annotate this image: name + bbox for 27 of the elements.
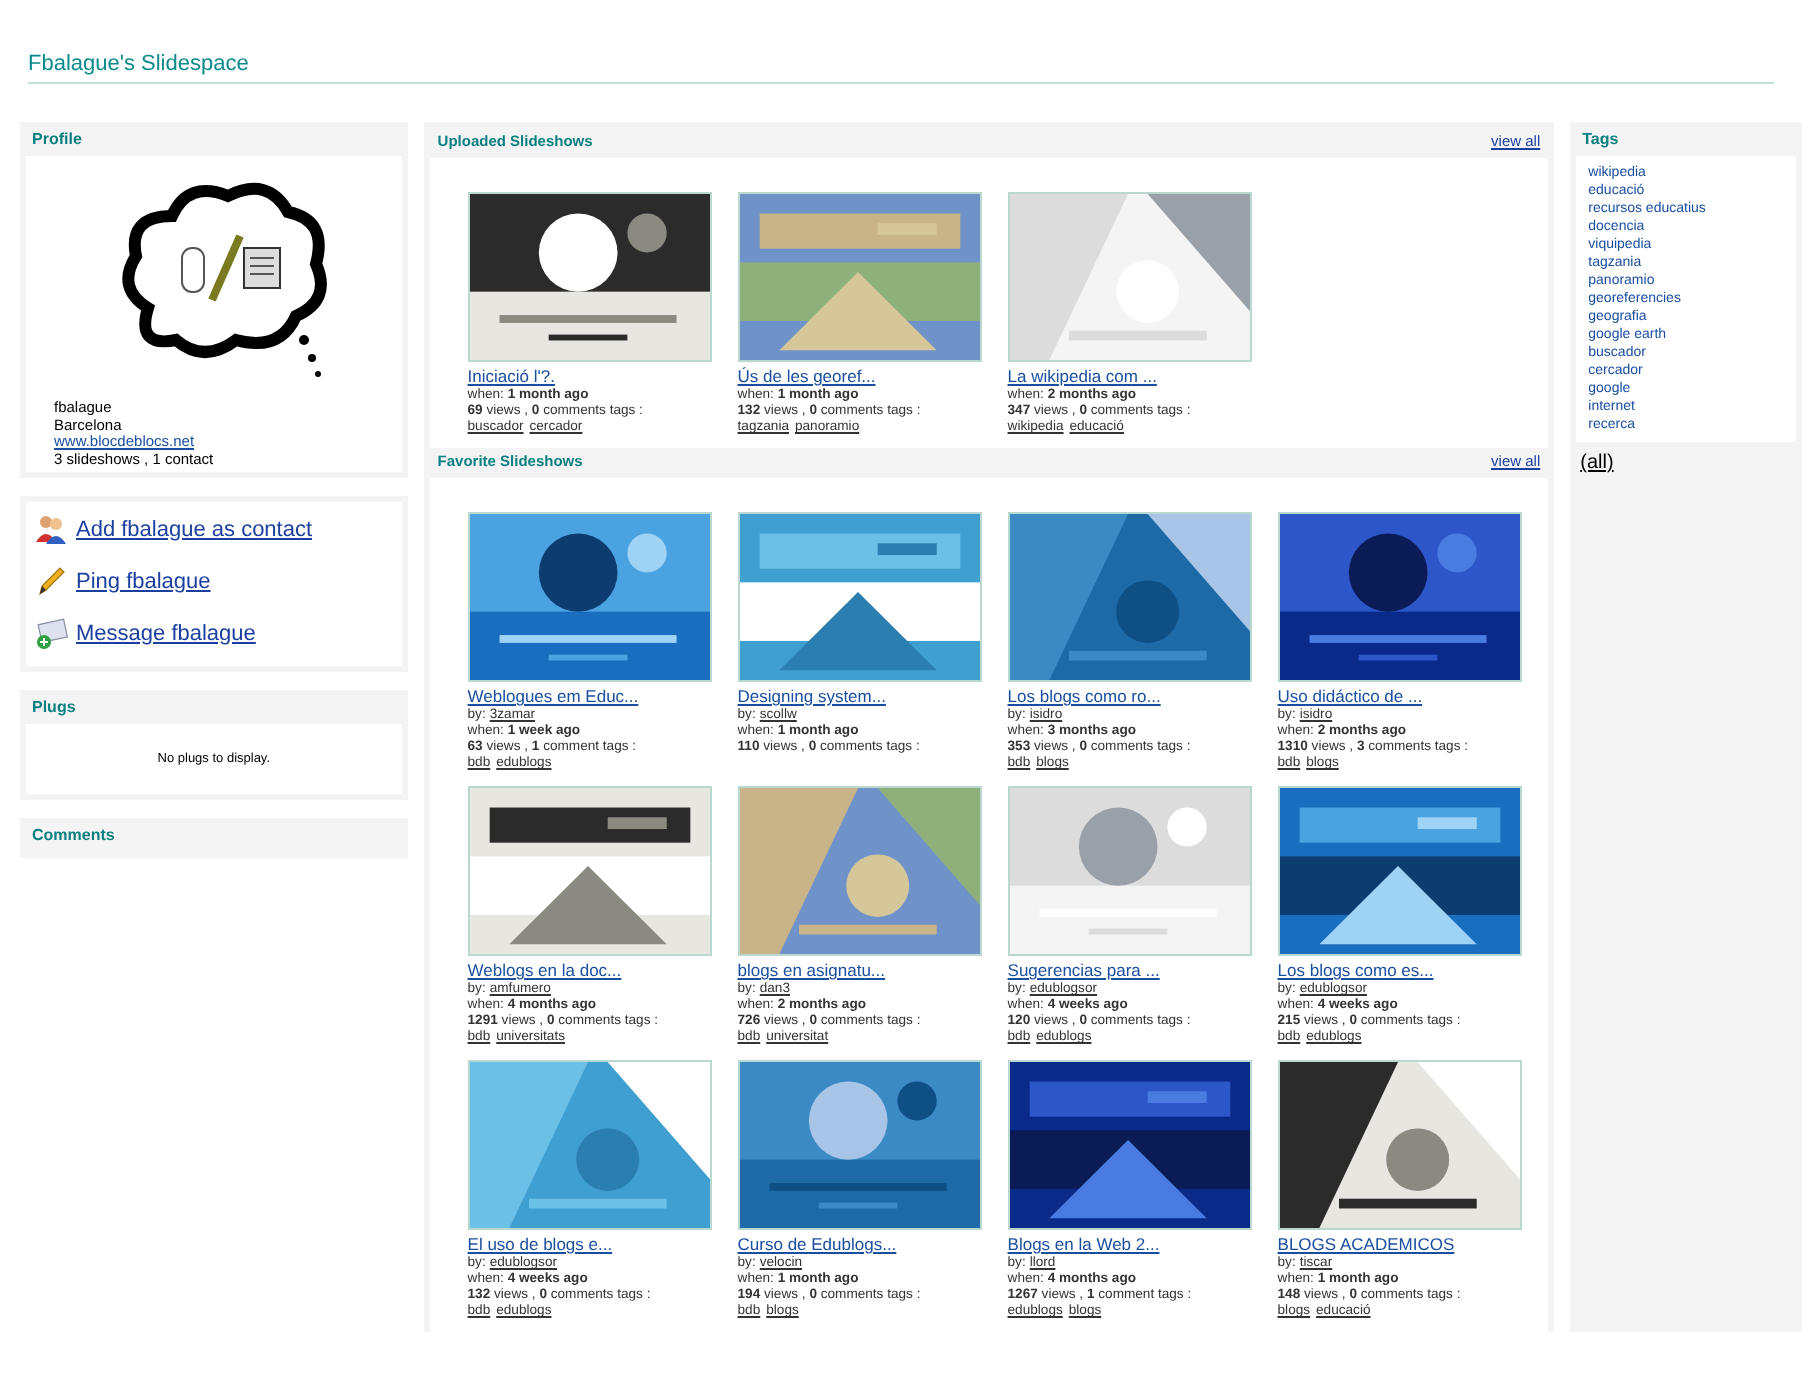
slideshow-title-link[interactable]: Weblogues em Educ... [467,688,712,704]
slideshow-title-link[interactable]: Designing system... [737,688,982,704]
pencil-icon [34,564,68,598]
action-link[interactable]: Ping fbalague [76,569,211,593]
envelope-icon [34,616,68,650]
slideshow-title-link[interactable]: Blogs en la Web 2... [1007,1236,1252,1252]
slideshow-title-link[interactable]: Los blogs como es... [1277,962,1522,978]
slideshow-title-link[interactable]: Los blogs como ro... [1007,688,1252,704]
action-link[interactable]: Add fbalague as contact [76,517,313,541]
panel-title: Profile [30,130,84,152]
slideshow-title-link[interactable]: Sugerencias para ... [1007,962,1252,978]
slideshow-title-link[interactable]: Ús de les georef... [737,368,982,384]
slideshow-title-link[interactable]: Uso didáctico de ... [1277,688,1522,704]
panel-title: Plugs [30,698,78,720]
slideshow-title-link[interactable]: BLOGS ACADEMICOS [1277,1236,1522,1252]
slideshow-title-link[interactable]: Curso de Edublogs... [737,1236,982,1252]
slideshow-title-link[interactable]: La wikipedia com ... [1007,368,1252,384]
slideshow-title-link[interactable]: Weblogs en la doc... [467,962,712,978]
page-title: Fbalague's Slidespace [28,52,1774,84]
action-link[interactable]: Message fbalague [76,621,256,645]
slideshow-title-link[interactable]: blogs en asignatu... [737,962,982,978]
slideshow-title-link[interactable]: Iniciació l'?. [467,368,712,384]
panel-title: Comments [30,826,117,848]
all-tags-link[interactable]: (all) [1580,452,1614,474]
panel-title: Tags [1580,130,1621,152]
slideshow-title-link[interactable]: El uso de blogs e... [467,1236,712,1252]
people-icon [34,512,68,546]
